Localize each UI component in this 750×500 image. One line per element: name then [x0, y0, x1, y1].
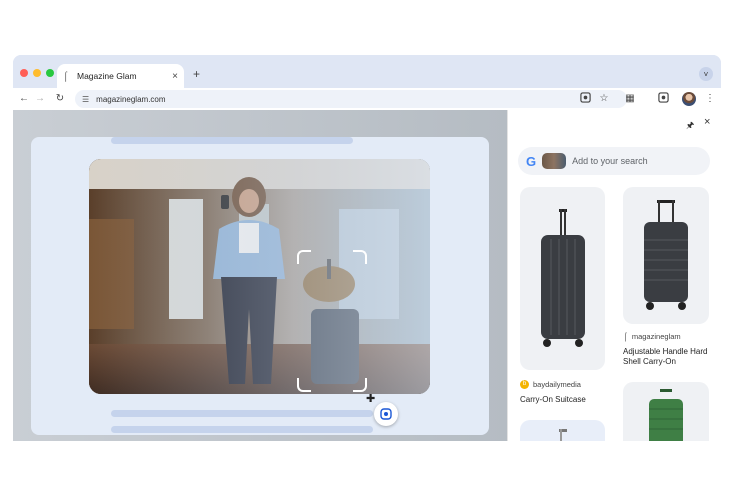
side-panel-lens-icon[interactable]: [656, 92, 670, 108]
lens-side-panel: 🖈 × G Add to your search b baydailymedia…: [507, 110, 721, 441]
tab-strip: ⌠ Magazine Glam × + ˅: [13, 55, 721, 88]
search-placeholder: Add to your search: [572, 156, 648, 166]
result-source-name: baydailymedia: [533, 380, 581, 389]
screenshot-stage: ⌠ Magazine Glam × + ˅ ← → ↻ ☰ magazinegl…: [0, 0, 750, 500]
page-content: ✚: [13, 110, 507, 441]
window-controls: [20, 69, 54, 77]
lens-selection-box[interactable]: [297, 250, 367, 392]
pin-icon[interactable]: 🖈: [686, 118, 694, 134]
result-source: b baydailymedia: [520, 380, 581, 389]
star-icon[interactable]: ☆: [597, 92, 611, 106]
close-window-button[interactable]: [20, 69, 28, 77]
result-image[interactable]: [520, 420, 605, 441]
browser-window: ⌠ Magazine Glam × + ˅ ← → ↻ ☰ magazinegl…: [13, 55, 721, 441]
source-favicon-icon: ⌠: [623, 332, 628, 341]
query-image-thumbnail: [542, 153, 567, 169]
reload-icon[interactable]: ↻: [53, 92, 67, 106]
lens-icon[interactable]: [578, 92, 592, 108]
selection-corner[interactable]: [353, 250, 367, 264]
selection-corner[interactable]: [353, 378, 367, 392]
new-tab-button[interactable]: +: [193, 67, 200, 81]
minimize-window-button[interactable]: [33, 69, 41, 77]
photo-illustration: [89, 159, 430, 394]
suitcase-image: [644, 199, 688, 310]
green-suitcase-image: [649, 389, 683, 441]
back-icon[interactable]: ←: [17, 92, 31, 106]
result-title[interactable]: Carry-On Suitcase: [520, 395, 610, 405]
selection-corner[interactable]: [297, 378, 311, 392]
lens-search-box[interactable]: G Add to your search: [518, 147, 710, 175]
tab-magazine-glam[interactable]: ⌠ Magazine Glam ×: [57, 64, 184, 88]
site-favicon-icon: ⌠: [63, 71, 69, 81]
result-image[interactable]: [520, 187, 605, 370]
lens-fab-icon: [380, 408, 392, 420]
lens-search-button[interactable]: [374, 402, 398, 426]
result-source: ⌠ magazineglam: [623, 332, 681, 341]
maximize-window-button[interactable]: [46, 69, 54, 77]
suitcase-handle-image: [558, 429, 567, 441]
forward-icon[interactable]: →: [33, 92, 47, 106]
result-source-name: magazineglam: [631, 332, 681, 341]
article-card: [31, 137, 489, 435]
profile-avatar[interactable]: [682, 92, 696, 106]
crosshair-cursor-icon: ✚: [366, 393, 376, 405]
selection-corner[interactable]: [297, 250, 311, 264]
tab-search-chevron-icon[interactable]: ˅: [699, 67, 713, 81]
skeleton-line: [111, 426, 373, 433]
source-favicon-icon: b: [520, 380, 529, 389]
article-photo[interactable]: [89, 159, 430, 394]
suitcase-image: [540, 208, 585, 347]
tab-close-icon[interactable]: ×: [172, 71, 178, 82]
close-icon[interactable]: ×: [704, 116, 710, 128]
result-image[interactable]: [623, 187, 709, 324]
url-text: magazineglam.com: [96, 94, 166, 104]
skeleton-line: [111, 410, 373, 417]
skeleton-line: [111, 137, 353, 144]
more-icon[interactable]: ⋮: [703, 92, 717, 106]
result-image[interactable]: [623, 382, 709, 441]
google-logo: G: [526, 153, 537, 169]
address-bar[interactable]: ☰ magazineglam.com: [75, 90, 627, 108]
site-settings-icon[interactable]: ☰: [82, 95, 89, 104]
toolbar: ← → ↻ ☰ magazineglam.com ☆ ▦ ⋮: [13, 88, 721, 110]
extensions-icon[interactable]: ▦: [623, 92, 637, 106]
tab-title: Magazine Glam: [77, 71, 137, 81]
result-title[interactable]: Adjustable Handle Hard Shell Carry-On: [623, 347, 713, 367]
